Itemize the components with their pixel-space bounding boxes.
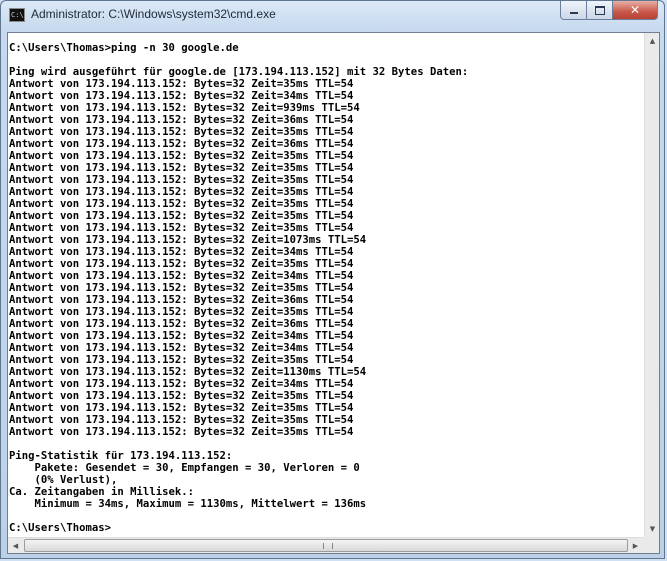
- scroll-down-arrow-icon[interactable]: ▼: [645, 521, 660, 537]
- console-line: Antwort von 173.194.113.152: Bytes=32 Ze…: [9, 174, 354, 186]
- size-grip[interactable]: [644, 537, 659, 553]
- console-line: Antwort von 173.194.113.152: Bytes=32 Ze…: [9, 246, 354, 258]
- console-line: Antwort von 173.194.113.152: Bytes=32 Ze…: [9, 294, 354, 306]
- thumb-grip: [323, 543, 333, 549]
- console-output[interactable]: C:\Users\Thomas>ping -n 30 google.de Ping…: [8, 33, 644, 537]
- console-line: Antwort von 173.194.113.152: Bytes=32 Ze…: [9, 234, 367, 246]
- console-line: Antwort von 173.194.113.152: Bytes=32 Ze…: [9, 390, 354, 402]
- console-line: Antwort von 173.194.113.152: Bytes=32 Ze…: [9, 78, 354, 90]
- console-line: Antwort von 173.194.113.152: Bytes=32 Ze…: [9, 210, 354, 222]
- console-line: Antwort von 173.194.113.152: Bytes=32 Ze…: [9, 258, 354, 270]
- console-line: (0% Verlust),: [9, 474, 118, 486]
- console-line: Antwort von 173.194.113.152: Bytes=32 Ze…: [9, 138, 354, 150]
- vertical-scrollbar[interactable]: ▲ ▼: [644, 33, 659, 537]
- title-bar[interactable]: C:\ Administrator: C:\Windows\system32\c…: [1, 1, 664, 31]
- close-button[interactable]: ✕: [613, 1, 658, 20]
- caption-buttons: ✕: [560, 1, 658, 21]
- horizontal-scrollbar[interactable]: ◀ ▶: [8, 537, 644, 553]
- console-line: Antwort von 173.194.113.152: Bytes=32 Ze…: [9, 102, 360, 114]
- console-line: Ping-Statistik für 173.194.113.152:: [9, 450, 233, 462]
- close-icon: ✕: [629, 3, 641, 17]
- minimize-button[interactable]: [560, 1, 587, 20]
- cmd-icon[interactable]: C:\: [9, 8, 25, 22]
- console-line: Antwort von 173.194.113.152: Bytes=32 Ze…: [9, 186, 354, 198]
- console-line: Minimum = 34ms, Maximum = 1130ms, Mittel…: [9, 498, 367, 510]
- maximize-icon: [594, 5, 605, 15]
- console-line: Antwort von 173.194.113.152: Bytes=32 Ze…: [9, 282, 354, 294]
- console-line: Antwort von 173.194.113.152: Bytes=32 Ze…: [9, 114, 354, 126]
- console-line: Antwort von 173.194.113.152: Bytes=32 Ze…: [9, 354, 354, 366]
- horizontal-scroll-thumb[interactable]: [24, 539, 628, 552]
- console-line: Ca. Zeitangaben in Millisek.:: [9, 486, 194, 498]
- console-line: Antwort von 173.194.113.152: Bytes=32 Ze…: [9, 414, 354, 426]
- console-line: Antwort von 173.194.113.152: Bytes=32 Ze…: [9, 198, 354, 210]
- console-client-area: C:\Users\Thomas>ping -n 30 google.de Ping…: [7, 32, 660, 554]
- console-line: Antwort von 173.194.113.152: Bytes=32 Ze…: [9, 330, 354, 342]
- console-line: Antwort von 173.194.113.152: Bytes=32 Ze…: [9, 402, 354, 414]
- console-line: Antwort von 173.194.113.152: Bytes=32 Ze…: [9, 90, 354, 102]
- console-line: Antwort von 173.194.113.152: Bytes=32 Ze…: [9, 306, 354, 318]
- console-line: Ping wird ausgeführt für google.de [173.…: [9, 66, 469, 78]
- console-line: Antwort von 173.194.113.152: Bytes=32 Ze…: [9, 150, 354, 162]
- console-line: Antwort von 173.194.113.152: Bytes=32 Ze…: [9, 426, 354, 438]
- scroll-right-arrow-icon[interactable]: ▶: [628, 538, 643, 554]
- console-line: Antwort von 173.194.113.152: Bytes=32 Ze…: [9, 270, 354, 282]
- window-title: Administrator: C:\Windows\system32\cmd.e…: [31, 7, 276, 21]
- console-line: Antwort von 173.194.113.152: Bytes=32 Ze…: [9, 222, 354, 234]
- console-line: Antwort von 173.194.113.152: Bytes=32 Ze…: [9, 162, 354, 174]
- console-line: Antwort von 173.194.113.152: Bytes=32 Ze…: [9, 342, 354, 354]
- console-line: Antwort von 173.194.113.152: Bytes=32 Ze…: [9, 126, 354, 138]
- console-line: C:\Users\Thomas>: [9, 522, 112, 534]
- scroll-left-arrow-icon[interactable]: ◀: [8, 538, 23, 554]
- console-line: Antwort von 173.194.113.152: Bytes=32 Ze…: [9, 366, 367, 378]
- maximize-button[interactable]: [587, 1, 613, 20]
- console-line: C:\Users\Thomas>ping -n 30 google.de: [9, 42, 239, 54]
- cmd-window: C:\ Administrator: C:\Windows\system32\c…: [0, 0, 665, 559]
- minimize-icon: [569, 12, 578, 14]
- console-line: Pakete: Gesendet = 30, Empfangen = 30, V…: [9, 462, 360, 474]
- console-line: Antwort von 173.194.113.152: Bytes=32 Ze…: [9, 378, 354, 390]
- console-line: Antwort von 173.194.113.152: Bytes=32 Ze…: [9, 318, 354, 330]
- scroll-up-arrow-icon[interactable]: ▲: [645, 33, 660, 49]
